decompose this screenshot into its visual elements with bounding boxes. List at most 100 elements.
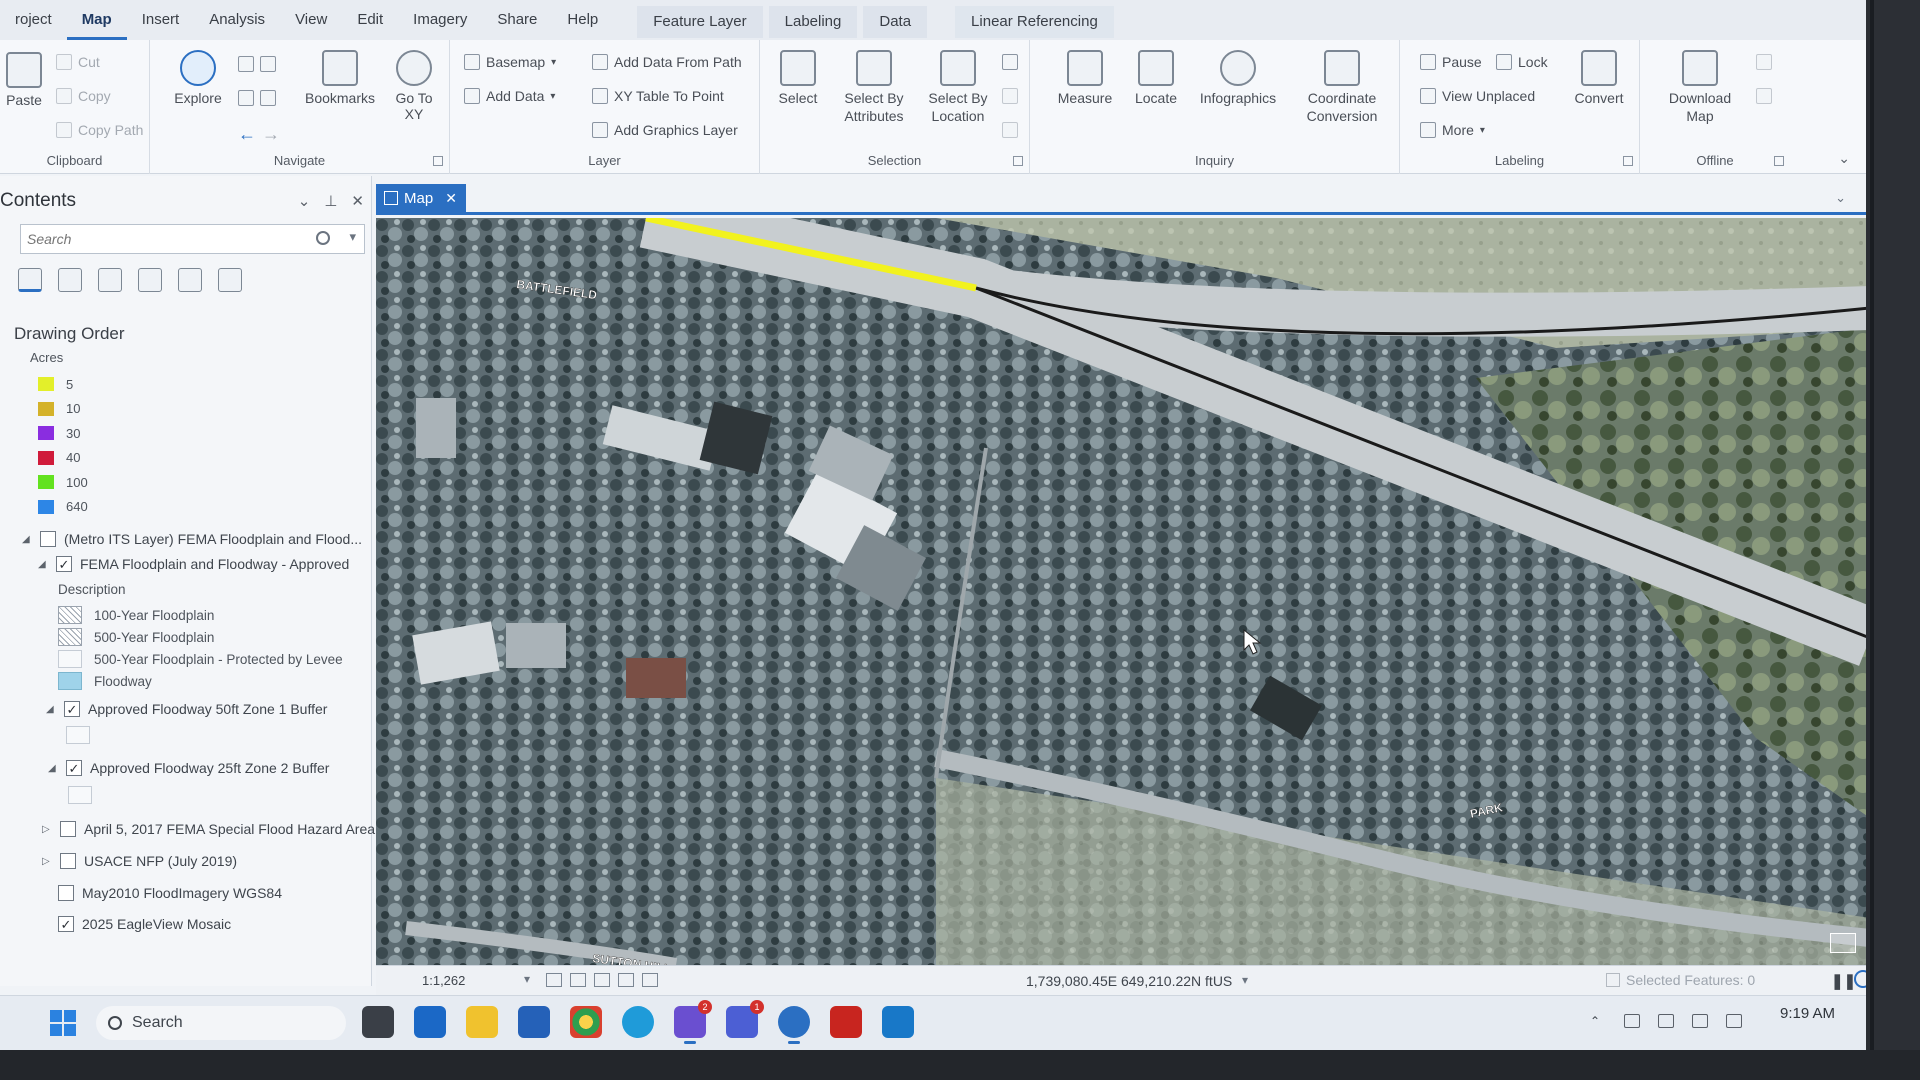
map-view-tab[interactable]: Map ✕ — [376, 184, 466, 212]
explore-button[interactable]: Explore — [170, 50, 226, 106]
select-by-attributes-button[interactable]: Select By Attributes — [834, 50, 914, 125]
tab-linear-referencing[interactable]: Linear Referencing — [955, 6, 1114, 38]
basemap-button[interactable]: Basemap ▾ — [464, 54, 556, 70]
layer-checkbox[interactable]: ✓ — [58, 916, 74, 932]
expand-arrow-icon[interactable]: ▷ — [42, 856, 52, 867]
clear-selection-button[interactable] — [1002, 122, 1018, 138]
menu-insert[interactable]: Insert — [127, 0, 195, 40]
search-icon[interactable] — [316, 231, 330, 245]
chevron-up-icon[interactable]: ⌃ — [1590, 1014, 1606, 1028]
refresh-icon[interactable] — [1854, 970, 1866, 988]
extent-history-button[interactable]: ← → — [238, 124, 280, 145]
scale-selector[interactable]: 1:1,262 — [418, 971, 528, 991]
layer-checkbox[interactable]: ✓ — [56, 556, 72, 572]
outlook-alt-icon[interactable] — [882, 1006, 914, 1038]
list-by-selection-icon[interactable] — [98, 268, 122, 292]
more-labeling-button[interactable]: More ▾ — [1420, 122, 1485, 138]
infographics-button[interactable]: Infographics — [1190, 50, 1286, 106]
teams-chat-icon[interactable]: 1 — [726, 1000, 764, 1038]
layer-checkbox[interactable] — [60, 853, 76, 869]
full-extent-button[interactable] — [238, 56, 276, 72]
list-by-source-icon[interactable] — [58, 268, 82, 292]
battery-icon[interactable] — [1726, 1014, 1742, 1028]
add-graphics-layer-button[interactable]: Add Graphics Layer — [592, 122, 738, 138]
fixed-zoom-button[interactable] — [238, 90, 276, 106]
calculator-icon[interactable] — [518, 1006, 550, 1038]
view-unplaced-button[interactable]: View Unplaced — [1420, 88, 1535, 104]
layer-zone1-buffer[interactable]: ◢ ✓ Approved Floodway 50ft Zone 1 Buffer — [46, 701, 327, 717]
edge-icon[interactable] — [622, 1006, 654, 1038]
go-to-xy-button[interactable]: Go To XY — [386, 50, 442, 122]
tab-labeling[interactable]: Labeling — [768, 6, 858, 38]
menu-share[interactable]: Share — [482, 0, 552, 40]
taskbar-clock[interactable]: 9:19 AM — [1780, 1005, 1835, 1022]
menu-help[interactable]: Help — [552, 0, 613, 40]
tab-feature-layer[interactable]: Feature Layer — [637, 6, 763, 38]
xy-table-to-point-button[interactable]: XY Table To Point — [592, 88, 724, 104]
add-data-from-path-button[interactable]: Add Data From Path — [592, 54, 742, 70]
menu-edit[interactable]: Edit — [342, 0, 398, 40]
expand-arrow-icon[interactable]: ◢ — [22, 534, 32, 545]
close-icon[interactable]: ✕ — [351, 192, 364, 210]
layer-sfha-2017[interactable]: ▷ April 5, 2017 FEMA Special Flood Hazar… — [42, 821, 375, 837]
table-icon[interactable] — [570, 973, 586, 987]
list-by-labeling-icon[interactable] — [218, 268, 242, 292]
layer-checkbox[interactable]: ✓ — [64, 701, 80, 717]
layer-may2010-imagery[interactable]: May2010 FloodImagery WGS84 — [58, 885, 282, 901]
layer-checkbox[interactable] — [60, 821, 76, 837]
remove-offline-button[interactable] — [1756, 88, 1772, 104]
task-view-icon[interactable] — [362, 1006, 394, 1038]
map-canvas[interactable]: BATTLEFIELD PARK SUTTON HILL — [376, 218, 1866, 965]
pause-labeling-button[interactable]: Pause — [1420, 54, 1482, 70]
map-overview-icon[interactable] — [1830, 933, 1856, 953]
wifi-icon[interactable] — [1658, 1014, 1674, 1028]
pause-drawing-icon[interactable]: ❚❚ — [1831, 972, 1856, 990]
layer-metro-its[interactable]: ◢ (Metro ITS Layer) FEMA Floodplain and … — [22, 531, 362, 547]
lock-labeling-button[interactable]: Lock — [1496, 54, 1548, 70]
switch-selection-button[interactable] — [1002, 88, 1018, 104]
menu-map[interactable]: Map — [66, 0, 127, 40]
arcgis-pro-icon[interactable] — [778, 1006, 810, 1044]
copy-path-button[interactable]: Copy Path — [56, 122, 143, 138]
chrome-icon[interactable] — [570, 1006, 602, 1038]
contents-search[interactable]: ▾ — [20, 224, 365, 254]
layer-usace-nfp[interactable]: ▷ USACE NFP (July 2019) — [42, 853, 237, 869]
rotate-icon[interactable] — [642, 973, 658, 987]
close-tab-icon[interactable]: ✕ — [445, 190, 457, 207]
measure-button[interactable]: Measure — [1050, 50, 1120, 106]
menu-view[interactable]: View — [280, 0, 342, 40]
taskbar-search[interactable]: Search — [96, 1006, 346, 1040]
chevron-down-icon[interactable]: ▾ — [349, 229, 356, 245]
sync-button[interactable] — [1756, 54, 1772, 70]
paste-button[interactable]: Paste — [4, 52, 44, 108]
constraints-icon[interactable] — [618, 973, 634, 987]
layer-checkbox[interactable]: ✓ — [66, 760, 82, 776]
onedrive-icon[interactable] — [1624, 1014, 1640, 1028]
chevron-down-icon[interactable]: ▾ — [524, 972, 530, 986]
expand-arrow-icon[interactable]: ▷ — [42, 824, 52, 835]
menu-analysis[interactable]: Analysis — [194, 0, 280, 40]
contents-search-input[interactable] — [21, 225, 311, 253]
expand-arrow-icon[interactable]: ◢ — [46, 704, 56, 715]
list-by-drawing-order-icon[interactable] — [18, 268, 42, 292]
expand-arrow-icon[interactable]: ◢ — [38, 559, 48, 570]
layer-checkbox[interactable] — [58, 885, 74, 901]
selection-launcher-icon[interactable] — [1013, 156, 1023, 166]
copy-button[interactable]: Copy — [56, 88, 111, 104]
teams-icon[interactable]: 2 — [674, 1000, 712, 1044]
download-map-button[interactable]: Download Map — [1660, 50, 1740, 125]
acrobat-icon[interactable] — [830, 1006, 862, 1038]
tab-list-chevron-icon[interactable]: ⌄ — [1835, 190, 1846, 206]
grid-icon[interactable] — [546, 973, 562, 987]
menu-imagery[interactable]: Imagery — [398, 0, 482, 40]
navigate-launcher-icon[interactable] — [433, 156, 443, 166]
select-by-location-button[interactable]: Select By Location — [920, 50, 996, 125]
attributes-button[interactable] — [1002, 54, 1018, 70]
layer-zone2-buffer[interactable]: ◢ ✓ Approved Floodway 25ft Zone 2 Buffer — [48, 760, 329, 776]
labeling-launcher-icon[interactable] — [1623, 156, 1633, 166]
outlook-icon[interactable] — [414, 1006, 446, 1038]
snapping-icon[interactable] — [594, 973, 610, 987]
bookmarks-button[interactable]: Bookmarks — [300, 50, 380, 106]
convert-button[interactable]: Convert — [1564, 50, 1634, 106]
volume-icon[interactable] — [1692, 1014, 1708, 1028]
